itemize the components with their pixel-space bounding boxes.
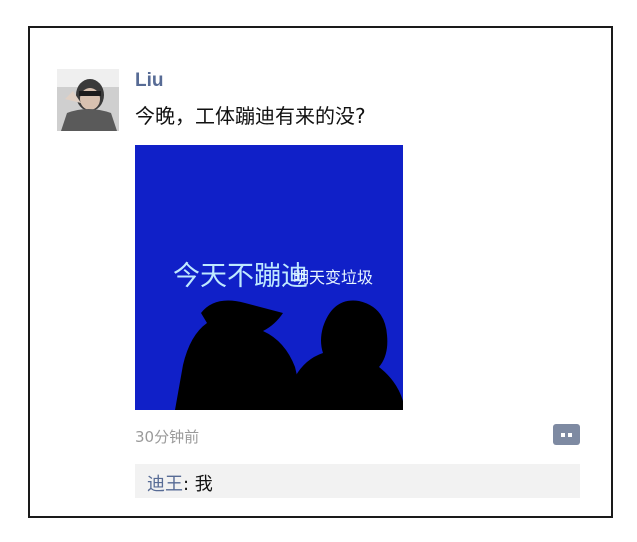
post-image[interactable]: 今天不蹦迪 明天变垃圾 bbox=[135, 145, 403, 410]
comment-item: 迪王: 我 bbox=[147, 470, 213, 496]
avatar-photo bbox=[57, 69, 119, 131]
image-caption-main: 今天不蹦迪 bbox=[173, 261, 308, 292]
comment-bubble-icon[interactable] bbox=[553, 424, 580, 445]
image-caption-sub: 明天变垃圾 bbox=[293, 268, 373, 287]
comment-separator: : bbox=[183, 474, 195, 495]
comment-list: 迪王: 我 bbox=[135, 464, 580, 498]
comment-dot-left bbox=[561, 433, 565, 437]
comment-text: 我 bbox=[194, 474, 213, 495]
username[interactable]: Liu bbox=[135, 70, 164, 92]
comment-dot-right bbox=[568, 433, 572, 437]
post-text: 今晚，工体蹦迪有来的没? bbox=[135, 104, 366, 128]
comment-author[interactable]: 迪王 bbox=[147, 474, 183, 495]
meme-image: 今天不蹦迪 明天变垃圾 bbox=[135, 145, 403, 410]
timestamp: 30分钟前 bbox=[135, 428, 200, 446]
avatar[interactable] bbox=[57, 69, 119, 131]
